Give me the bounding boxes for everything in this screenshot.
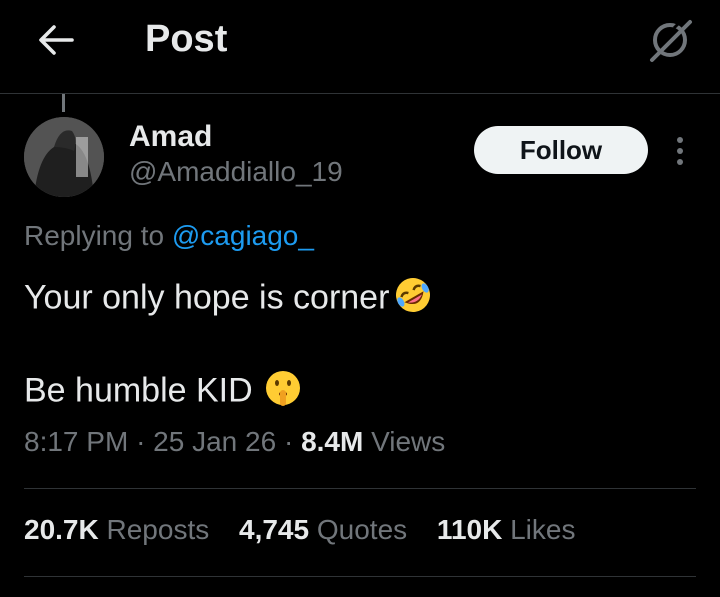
post-time[interactable]: 8:17 PM xyxy=(24,426,128,457)
page-title: Post xyxy=(145,18,228,60)
author-handle[interactable]: @Amaddiallo_19 xyxy=(129,156,343,188)
likes-count: 110K xyxy=(436,514,503,545)
likes-label: Likes xyxy=(510,514,576,545)
divider xyxy=(24,576,696,577)
post-text-line-2: Be humble KID xyxy=(24,368,303,417)
meta-separator: · xyxy=(283,426,294,457)
grok-button[interactable] xyxy=(646,16,694,64)
reposts-stat[interactable]: 20.7K Reposts xyxy=(24,514,209,545)
post-text-2: Be humble KID xyxy=(24,371,253,410)
meta-separator: · xyxy=(136,426,146,457)
likes-stat[interactable]: 110K Likes xyxy=(437,514,576,545)
quotes-count: 4,745 xyxy=(239,514,310,545)
divider xyxy=(24,488,696,489)
post-text-1: Your only hope is corner xyxy=(24,278,390,317)
views-count: 8.4M xyxy=(301,426,364,457)
post-date[interactable]: 25 Jan 26 xyxy=(153,426,276,457)
post-text-line-1: Your only hope is corner xyxy=(24,275,433,324)
thread-connector-line xyxy=(62,94,65,112)
reposts-count: 20.7K xyxy=(24,514,99,545)
avatar[interactable] xyxy=(24,117,104,197)
post-stats: 20.7K Reposts 4,745 Quotes 110K Likes xyxy=(24,514,597,546)
top-bar: Post xyxy=(0,0,720,94)
more-options-button[interactable] xyxy=(668,134,692,168)
shushing-face-emoji-icon xyxy=(263,368,303,417)
back-button[interactable] xyxy=(36,20,76,60)
avatar-image xyxy=(24,117,104,197)
more-vertical-icon xyxy=(677,137,683,165)
replying-to-mention[interactable]: @cagiago_ xyxy=(172,220,314,251)
grok-spark-icon xyxy=(650,18,692,62)
rolling-on-floor-laughing-emoji-icon xyxy=(393,275,433,324)
arrow-left-icon xyxy=(39,25,74,55)
author-name[interactable]: Amad xyxy=(129,120,212,154)
reposts-label: Reposts xyxy=(106,514,210,545)
views-label: Views xyxy=(371,426,446,457)
replying-to: Replying to @cagiago_ xyxy=(24,220,314,252)
quotes-stat[interactable]: 4,745 Quotes xyxy=(239,514,407,545)
quotes-label: Quotes xyxy=(316,514,408,545)
post-meta: 8:17 PM · 25 Jan 26 · 8.4M Views xyxy=(24,426,445,458)
replying-to-label: Replying to xyxy=(24,220,165,251)
follow-button[interactable]: Follow xyxy=(474,126,648,174)
